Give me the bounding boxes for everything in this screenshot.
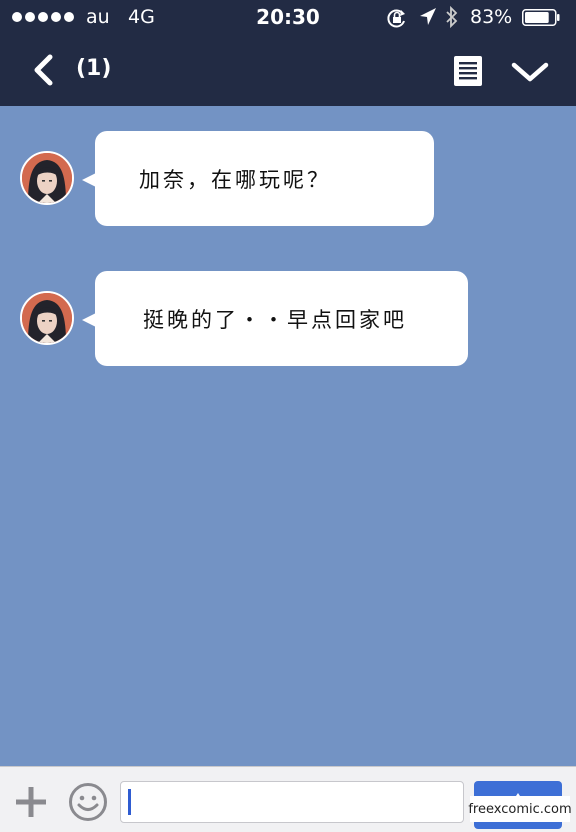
message-text: 加奈，在哪玩呢？: [139, 167, 331, 192]
avatar-icon[interactable]: [20, 151, 74, 205]
unread-count: (1): [76, 56, 112, 81]
battery-icon: [522, 9, 560, 26]
message-row: 加奈，在哪玩呢？: [0, 131, 576, 226]
note-icon[interactable]: [452, 54, 484, 88]
message-bubble: 加奈，在哪玩呢？: [82, 131, 434, 226]
chat-screen: au 4G 20:30 83% (1) 加奈，在哪玩呢？ 挺晚的了・・早点回家吧…: [0, 0, 576, 832]
message-bubble: 挺晚的了・・早点回家吧: [82, 271, 468, 366]
avatar-icon[interactable]: [20, 291, 74, 345]
message-row: 挺晚的了・・早点回家吧: [0, 271, 576, 366]
watermark: freexcomic.com: [468, 796, 572, 822]
chat-header: (1): [0, 34, 576, 106]
location-arrow-icon: [420, 8, 436, 25]
plus-icon[interactable]: [14, 785, 48, 819]
back-chevron-icon[interactable]: [30, 54, 60, 86]
message-text: 挺晚的了・・早点回家吧: [143, 307, 407, 332]
message-input[interactable]: [120, 781, 464, 823]
bluetooth-icon: [446, 5, 458, 29]
status-bar: au 4G 20:30 83%: [0, 0, 576, 34]
rotation-lock-icon: [387, 9, 405, 28]
emoji-icon[interactable]: [68, 782, 108, 822]
text-caret: [128, 789, 131, 815]
battery-percent: 83%: [470, 6, 513, 28]
chevron-down-icon[interactable]: [510, 60, 550, 84]
